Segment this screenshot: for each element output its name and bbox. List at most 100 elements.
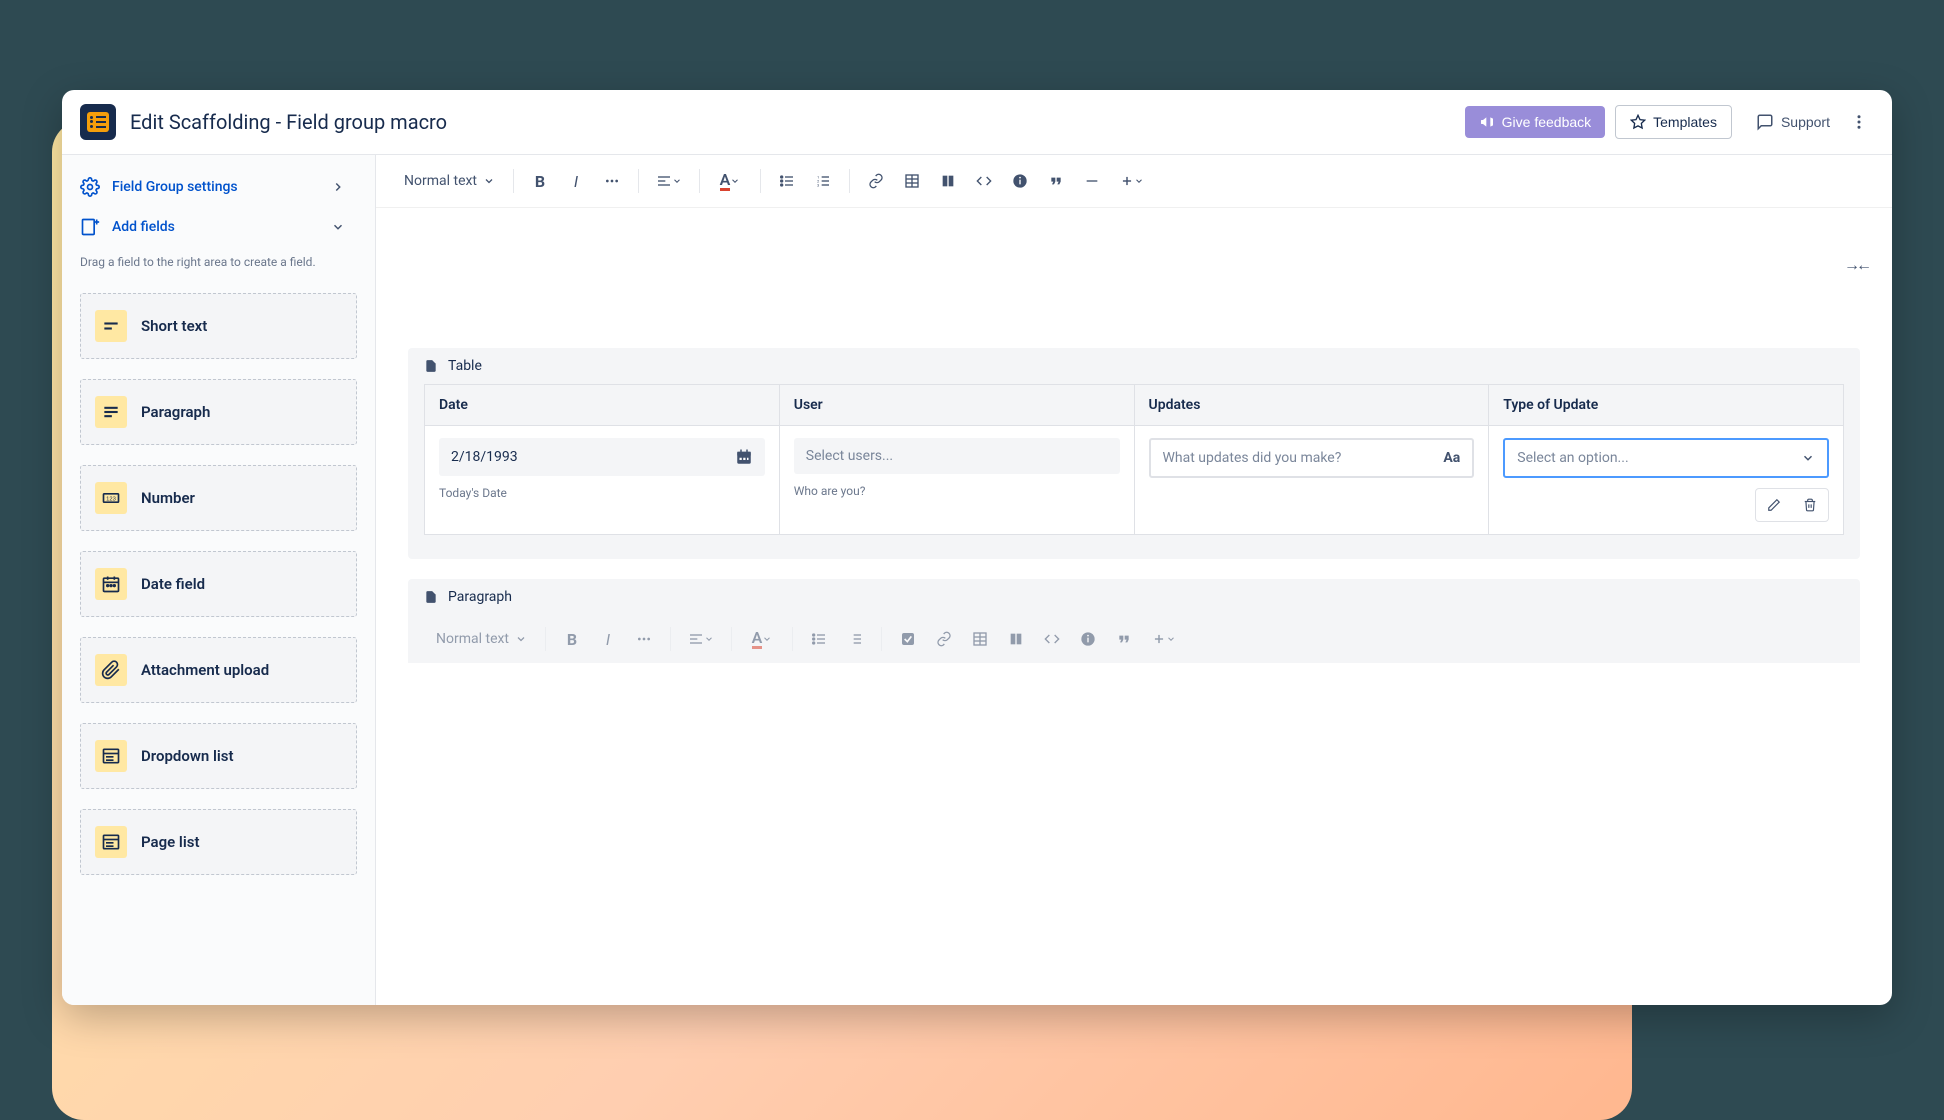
info-icon <box>1012 173 1028 189</box>
paragraph-layouts-button[interactable] <box>1000 623 1032 655</box>
table-header-date: Date <box>425 385 780 426</box>
paragraph-icon <box>95 396 127 428</box>
support-button[interactable]: Support <box>1742 105 1844 139</box>
field-card-page-list[interactable]: Page list <box>80 809 357 875</box>
field-card-attachment[interactable]: Attachment upload <box>80 637 357 703</box>
columns-icon <box>1008 631 1024 647</box>
paragraph-code-button[interactable] <box>1036 623 1068 655</box>
paragraph-link-button[interactable] <box>928 623 960 655</box>
updates-input[interactable]: What updates did you make? Aa <box>1149 438 1475 478</box>
table-icon <box>972 631 988 647</box>
info-button[interactable] <box>1004 165 1036 197</box>
plus-icon <box>1152 632 1166 646</box>
arrows-collapse-icon: →← <box>1844 255 1868 274</box>
content-area: Normal text B I A <box>376 155 1892 1005</box>
type-select[interactable]: Select an option... <box>1503 438 1829 478</box>
more-formatting-button[interactable] <box>596 165 628 197</box>
add-fields-button[interactable]: Add fields <box>62 207 375 247</box>
editor-toolbar: Normal text B I A <box>376 155 1892 208</box>
chevron-down-icon <box>515 633 527 645</box>
paragraph-alignment-button[interactable] <box>681 623 721 655</box>
alignment-button[interactable] <box>649 165 689 197</box>
bullet-list-button[interactable] <box>771 165 803 197</box>
give-feedback-button[interactable]: Give feedback <box>1465 106 1606 138</box>
text-style-label: Normal text <box>404 173 477 189</box>
field-card-date[interactable]: Date field <box>80 551 357 617</box>
sidebar: Field Group settings Add fields Drag a f… <box>62 155 376 1005</box>
templates-button[interactable]: Templates <box>1615 105 1732 139</box>
text-style-dropdown[interactable]: Normal text <box>396 167 503 195</box>
field-card-short-text[interactable]: Short text <box>80 293 357 359</box>
paragraph-numbered-list-button[interactable] <box>839 623 871 655</box>
chevron-down-icon <box>1166 634 1176 644</box>
paragraph-checkbox-button[interactable] <box>892 623 924 655</box>
more-menu-button[interactable] <box>1844 105 1874 139</box>
comment-icon <box>1756 113 1774 131</box>
paragraph-table-button[interactable] <box>964 623 996 655</box>
text-color-icon: A <box>752 630 763 649</box>
field-label: Short text <box>141 317 207 335</box>
chevron-down-icon <box>730 176 740 186</box>
insert-button[interactable] <box>1112 165 1152 197</box>
app-logo <box>80 104 116 140</box>
layouts-button[interactable] <box>932 165 964 197</box>
paperclip-icon <box>95 654 127 686</box>
paragraph-text-color-button[interactable]: A <box>742 623 782 655</box>
chevron-down-icon <box>1134 176 1144 186</box>
numbered-list-icon: 123 <box>815 173 831 189</box>
quote-icon <box>1116 631 1132 647</box>
code-button[interactable] <box>968 165 1000 197</box>
paragraph-text-style-dropdown[interactable]: Normal text <box>428 625 535 653</box>
paragraph-insert-button[interactable] <box>1144 623 1184 655</box>
more-horizontal-icon <box>636 631 652 647</box>
paragraph-quote-button[interactable] <box>1108 623 1140 655</box>
paragraph-bold-button[interactable]: B <box>556 623 588 655</box>
date-input[interactable]: 2/18/1993 <box>439 438 765 476</box>
document-icon <box>424 359 438 373</box>
table-header-user: User <box>779 385 1134 426</box>
field-card-number[interactable]: 123 Number <box>80 465 357 531</box>
text-color-icon: A <box>720 172 731 191</box>
field-card-paragraph[interactable]: Paragraph <box>80 379 357 445</box>
table-header-updates: Updates <box>1134 385 1489 426</box>
sidebar-settings-label: Field Group settings <box>112 179 238 195</box>
svg-text:3: 3 <box>817 182 819 187</box>
edit-row-button[interactable] <box>1756 489 1792 521</box>
user-select[interactable]: Select users... <box>794 438 1120 474</box>
give-feedback-label: Give feedback <box>1502 114 1592 130</box>
link-icon <box>868 173 884 189</box>
paragraph-info-button[interactable] <box>1072 623 1104 655</box>
collapse-button[interactable]: →← <box>1844 255 1868 275</box>
chevron-down-icon <box>762 634 772 644</box>
link-button[interactable] <box>860 165 892 197</box>
row-actions <box>1755 488 1829 522</box>
table-button[interactable] <box>896 165 928 197</box>
field-card-dropdown[interactable]: Dropdown list <box>80 723 357 789</box>
paragraph-toolbar: Normal text B I <box>408 615 1860 663</box>
support-label: Support <box>1781 114 1830 130</box>
table-row: 2/18/1993 Today's Date Select users... <box>425 426 1844 535</box>
quote-button[interactable] <box>1040 165 1072 197</box>
paragraph-italic-button[interactable]: I <box>592 623 624 655</box>
delete-row-button[interactable] <box>1792 489 1828 521</box>
paragraph-editor-area[interactable] <box>408 663 1860 783</box>
align-left-icon <box>688 631 704 647</box>
chevron-down-icon <box>704 634 714 644</box>
paragraph-more-formatting-button[interactable] <box>628 623 660 655</box>
bold-button[interactable]: B <box>524 165 556 197</box>
paragraph-bullet-list-button[interactable] <box>803 623 835 655</box>
italic-button[interactable]: I <box>560 165 592 197</box>
field-label: Paragraph <box>141 403 210 421</box>
text-color-button[interactable]: A <box>710 165 750 197</box>
plus-icon <box>1120 174 1134 188</box>
chevron-down-icon <box>672 176 682 186</box>
code-icon <box>1044 631 1060 647</box>
field-group-settings-button[interactable]: Field Group settings <box>62 167 375 207</box>
chevron-down-icon <box>483 175 495 187</box>
sidebar-hint: Drag a field to the right area to create… <box>62 247 375 285</box>
paragraph-block: Paragraph Normal text B I <box>408 579 1860 783</box>
numbered-list-button[interactable]: 123 <box>807 165 839 197</box>
table-block-label: Table <box>448 358 482 374</box>
paragraph-text-style-label: Normal text <box>436 631 509 647</box>
divider-button[interactable] <box>1076 165 1108 197</box>
